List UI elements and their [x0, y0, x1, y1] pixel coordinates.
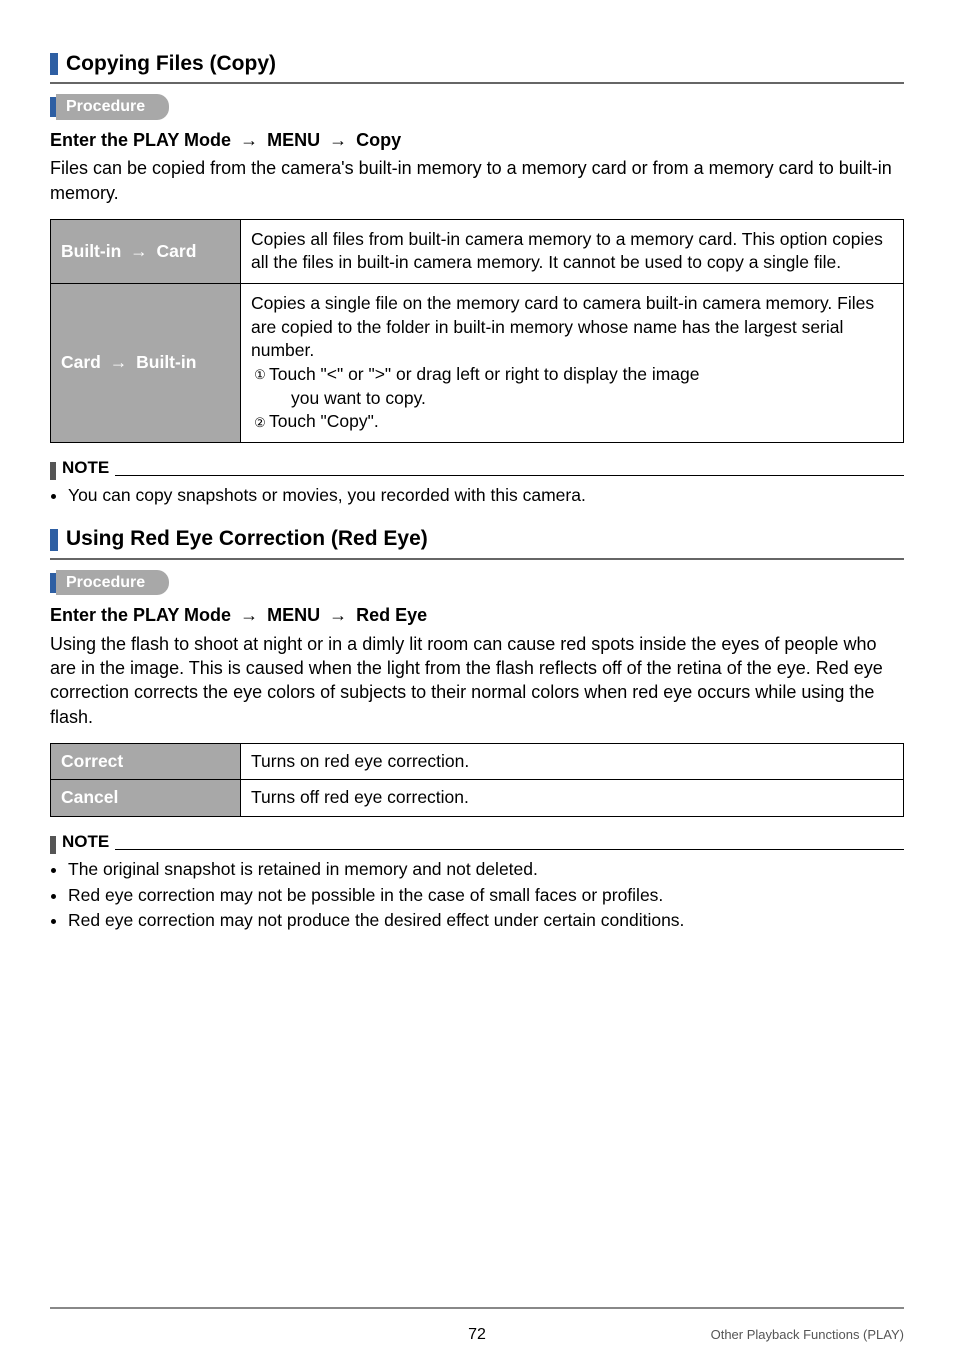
- table-row: Card → Built-in Copies a single file on …: [51, 284, 904, 443]
- desc-line: Copies a single file on the memory card …: [251, 293, 874, 360]
- row-label: Card → Built-in: [51, 284, 241, 443]
- table-row: Correct Turns on red eye correction.: [51, 743, 904, 780]
- copy-intro: Files can be copied from the camera's bu…: [50, 156, 904, 205]
- row-label: Built-in → Card: [51, 219, 241, 283]
- note-rule: [115, 840, 904, 850]
- page: Copying Files (Copy) Procedure Enter the…: [0, 0, 954, 1357]
- row-desc: Copies a single file on the memory card …: [241, 284, 904, 443]
- procedure-label-row: Procedure: [50, 94, 904, 120]
- procedure-pill: Procedure: [56, 570, 169, 596]
- section-title: Copying Files (Copy): [66, 50, 276, 78]
- procedure-pill: Procedure: [56, 94, 169, 120]
- section-title: Using Red Eye Correction (Red Eye): [66, 525, 428, 553]
- note-heading: NOTE: [50, 831, 904, 854]
- list-item: Red eye correction may not be possible i…: [68, 884, 904, 908]
- redeye-table: Correct Turns on red eye correction. Can…: [50, 743, 904, 817]
- note-label: NOTE: [62, 831, 109, 854]
- label-b: Card: [157, 241, 197, 261]
- note-accent-bar: [50, 462, 56, 480]
- redeye-subhead: Enter the PLAY Mode → MENU → Red Eye: [50, 603, 904, 627]
- subhead-part: MENU: [267, 605, 320, 625]
- arrow-icon: →: [329, 603, 347, 627]
- row-label: Correct: [51, 743, 241, 780]
- list-item: The original snapshot is retained in mem…: [68, 858, 904, 882]
- section-heading-copy: Copying Files (Copy): [50, 50, 904, 84]
- procedure-label-row: Procedure: [50, 570, 904, 596]
- heading-accent-bar: [50, 53, 58, 75]
- copy-subhead: Enter the PLAY Mode → MENU → Copy: [50, 128, 904, 152]
- copy-table: Built-in → Card Copies all files from bu…: [50, 219, 904, 443]
- arrow-icon: →: [240, 128, 258, 152]
- heading-accent-bar: [50, 529, 58, 551]
- step-text: Touch "Copy".: [269, 411, 379, 431]
- label-a: Card: [61, 352, 101, 372]
- label-b: Built-in: [136, 352, 196, 372]
- page-number: 72: [468, 1324, 486, 1346]
- note-accent-bar: [50, 836, 56, 854]
- subhead-part: Copy: [356, 130, 401, 150]
- subhead-part: MENU: [267, 130, 320, 150]
- step-number-icon: ②: [251, 414, 269, 432]
- label-a: Built-in: [61, 241, 121, 261]
- arrow-icon: →: [240, 603, 258, 627]
- subhead-part: Red Eye: [356, 605, 427, 625]
- footer-rule: [50, 1307, 904, 1309]
- note-rule: [115, 466, 904, 476]
- arrow-icon: →: [110, 351, 128, 375]
- arrow-icon: →: [130, 240, 148, 264]
- arrow-icon: →: [329, 128, 347, 152]
- note-label: NOTE: [62, 457, 109, 480]
- row-desc: Turns off red eye correction.: [241, 780, 904, 817]
- note-list: The original snapshot is retained in mem…: [50, 858, 904, 933]
- row-label: Cancel: [51, 780, 241, 817]
- step-text-cont: you want to copy.: [251, 387, 893, 411]
- section-heading-redeye: Using Red Eye Correction (Red Eye): [50, 525, 904, 559]
- table-row: Built-in → Card Copies all files from bu…: [51, 219, 904, 283]
- step-text: Touch "<" or ">" or drag left or right t…: [269, 364, 700, 384]
- note-heading: NOTE: [50, 457, 904, 480]
- redeye-intro: Using the flash to shoot at night or in …: [50, 632, 904, 729]
- list-item: You can copy snapshots or movies, you re…: [68, 484, 904, 508]
- table-row: Cancel Turns off red eye correction.: [51, 780, 904, 817]
- row-desc: Copies all files from built-in camera me…: [241, 219, 904, 283]
- subhead-part: Enter the PLAY Mode: [50, 605, 231, 625]
- footer-section-label: Other Playback Functions (PLAY): [711, 1326, 904, 1344]
- subhead-part: Enter the PLAY Mode: [50, 130, 231, 150]
- list-item: Red eye correction may not produce the d…: [68, 909, 904, 933]
- row-desc: Turns on red eye correction.: [241, 743, 904, 780]
- note-list: You can copy snapshots or movies, you re…: [50, 484, 904, 508]
- step-number-icon: ①: [251, 366, 269, 384]
